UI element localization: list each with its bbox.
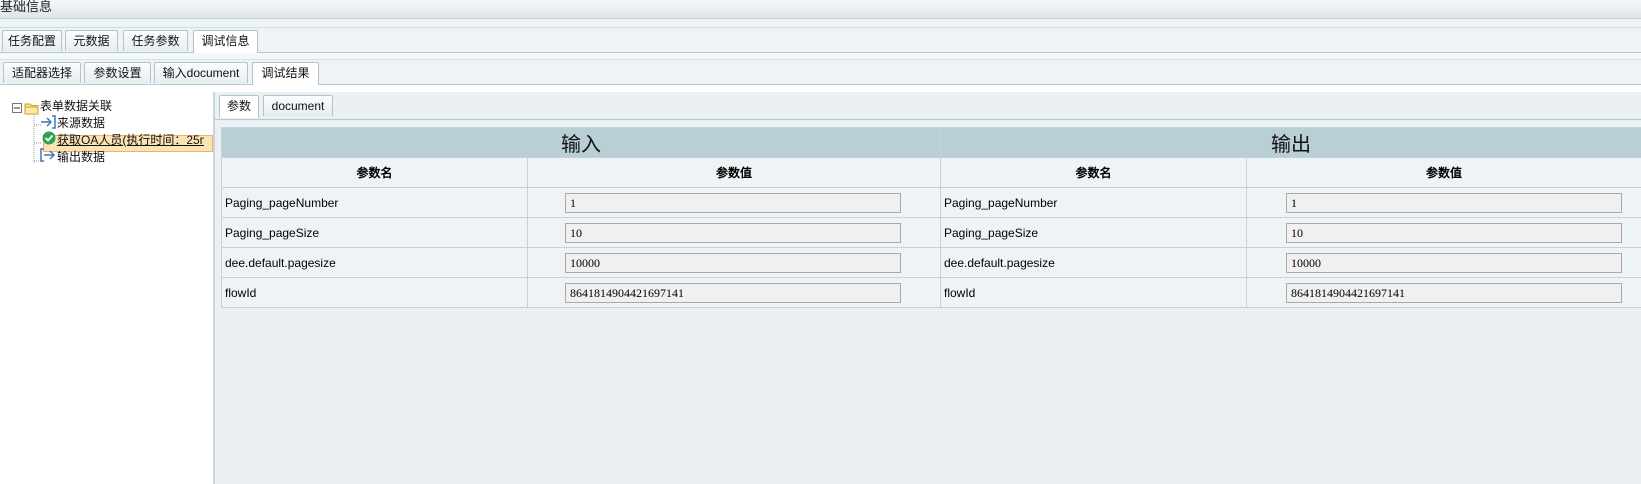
input-param-name: Paging_pageNumber xyxy=(221,187,528,218)
output-arrow-icon xyxy=(40,148,56,162)
tab-input-document[interactable]: 输入document xyxy=(154,62,248,83)
output-param-value[interactable]: 8641814904421697141 xyxy=(1286,283,1622,303)
main-tab-bar: 任务配置 元数据 任务参数 调试信息 xyxy=(0,28,1641,53)
input-param-name: dee.default.pagesize xyxy=(221,247,528,278)
collapse-icon[interactable] xyxy=(12,103,22,113)
tab-task-config[interactable]: 任务配置 xyxy=(2,30,62,51)
tab-separator xyxy=(0,53,1641,60)
tab-debug-result[interactable]: 调试结果 xyxy=(252,62,319,85)
input-param-value[interactable]: 1 xyxy=(565,193,901,213)
tab-param-settings[interactable]: 参数设置 xyxy=(84,62,151,83)
output-name-header: 参数名 xyxy=(940,157,1247,188)
input-param-name: flowId xyxy=(221,277,528,308)
tree-item-source-data[interactable]: 来源数据 xyxy=(57,114,105,131)
debug-tab-bar: 适配器选择 参数设置 输入document 调试结果 xyxy=(0,60,1641,85)
input-group-header: 输入 xyxy=(221,127,941,158)
tab-adapter-select[interactable]: 适配器选择 xyxy=(3,62,81,83)
input-param-name: Paging_pageSize xyxy=(221,217,528,248)
input-param-value[interactable]: 10000 xyxy=(565,253,901,273)
title-separator xyxy=(0,19,1641,28)
input-arrow-icon xyxy=(41,115,56,129)
success-check-icon xyxy=(42,131,56,145)
input-param-value[interactable]: 8641814904421697141 xyxy=(565,283,901,303)
page-title: 基础信息 xyxy=(0,0,53,14)
table-row: Paging_pageNumber 1 Paging_pageNumber 1 xyxy=(221,187,1641,218)
tab-debug-info[interactable]: 调试信息 xyxy=(193,30,258,53)
output-param-name: Paging_pageSize xyxy=(940,217,1247,248)
output-param-name: Paging_pageNumber xyxy=(940,187,1247,218)
output-param-value[interactable]: 10 xyxy=(1286,223,1622,243)
table-row: dee.default.pagesize 10000 dee.default.p… xyxy=(221,247,1641,278)
tab-metadata[interactable]: 元数据 xyxy=(65,30,118,51)
result-tab-bar: 参数 document xyxy=(215,95,1641,120)
input-value-header: 参数值 xyxy=(527,157,941,188)
tab-document[interactable]: document xyxy=(263,95,333,116)
tab-task-params[interactable]: 任务参数 xyxy=(123,30,188,51)
title-bar: 基础信息 xyxy=(0,0,1641,19)
table-row: flowId 8641814904421697141 flowId 864181… xyxy=(221,277,1641,308)
tab-params[interactable]: 参数 xyxy=(219,95,259,118)
folder-icon xyxy=(24,103,39,115)
input-name-header: 参数名 xyxy=(221,157,528,188)
table-row: Paging_pageSize 10 Paging_pageSize 10 xyxy=(221,217,1641,248)
output-param-value[interactable]: 10000 xyxy=(1286,253,1622,273)
input-param-value[interactable]: 10 xyxy=(565,223,901,243)
output-param-name: flowId xyxy=(940,277,1247,308)
params-table: 输入 输出 参数名 参数值 参数名 参数值 Paging_pageNumber … xyxy=(221,127,1641,308)
tree-item-fetch-oa-users[interactable]: 获取OA人员(执行时间：25m xyxy=(57,131,204,148)
output-param-value[interactable]: 1 xyxy=(1286,193,1622,213)
output-value-header: 参数值 xyxy=(1246,157,1641,188)
tree-root-label[interactable]: 表单数据关联 xyxy=(40,97,112,114)
output-group-header: 输出 xyxy=(940,127,1641,158)
tree-item-output-data[interactable]: 输出数据 xyxy=(57,148,105,165)
output-param-name: dee.default.pagesize xyxy=(940,247,1247,278)
